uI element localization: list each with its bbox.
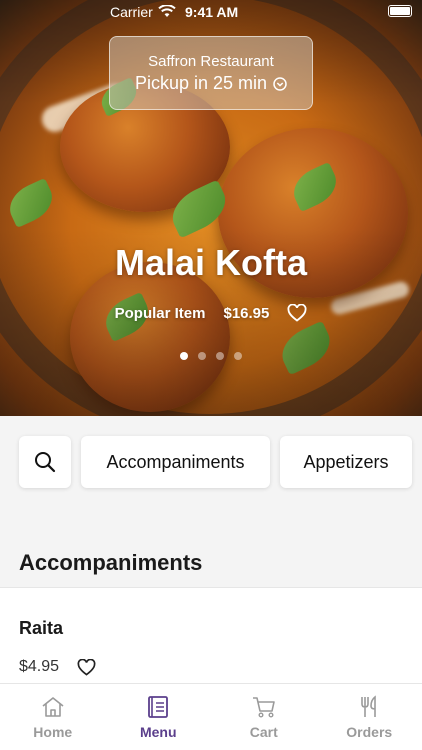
tab-bar: Home Menu Cart Orders [0,683,422,750]
search-button[interactable] [19,436,71,488]
menu-book-icon [148,696,169,718]
utensils-icon [361,695,377,717]
dish-meta: Popular Item $16.95 [0,304,422,322]
tab-label: Orders [346,724,393,740]
carousel-dot[interactable] [198,352,206,360]
dish-title: Malai Kofta [114,242,308,283]
tab-label: Menu [139,724,177,740]
carousel-dot[interactable] [234,352,242,360]
section-title: Accompaniments [19,550,203,575]
carousel-dot[interactable] [216,352,224,360]
wifi-icon [158,5,176,17]
status-bar: Carrier 9:41 AM [0,0,422,24]
hero-banner[interactable]: Carrier 9:41 AM Saffron Restaurant Picku… [0,0,422,416]
tab-label: Cart [249,724,278,740]
menu-item-price: $4.95 [19,658,60,675]
category-bar: Accompaniments Appetizers [19,436,412,488]
popular-badge: Popular Item [114,304,206,322]
carrier-label: Carrier [110,4,153,20]
battery-icon [388,5,412,17]
menu-item-name: Raita [19,618,64,638]
clock: 9:41 AM [185,4,239,20]
chevron-down-circle-icon [273,76,287,91]
carousel-indicator[interactable] [0,352,422,360]
home-icon [42,697,64,717]
tab-menu[interactable]: Menu [106,684,212,750]
heart-icon[interactable] [287,304,307,322]
tab-home[interactable]: Home [0,684,106,750]
carousel-dot[interactable] [180,352,188,360]
tab-label: Home [33,724,73,740]
heart-icon[interactable] [77,658,96,676]
menu-item[interactable]: Raita $4.95 [0,587,422,683]
search-icon [35,452,56,473]
pickup-selector[interactable]: Saffron Restaurant Pickup in 25 min [109,36,313,110]
category-accompaniments[interactable]: Accompaniments [81,436,270,488]
tab-cart[interactable]: Cart [211,684,317,750]
category-appetizers[interactable]: Appetizers [280,436,412,488]
dish-price: $16.95 [223,304,270,322]
pickup-time-label: Pickup in 25 min [134,73,268,93]
cart-icon [252,697,275,718]
restaurant-name: Saffron Restaurant [148,53,274,70]
tab-orders[interactable]: Orders [317,684,422,750]
